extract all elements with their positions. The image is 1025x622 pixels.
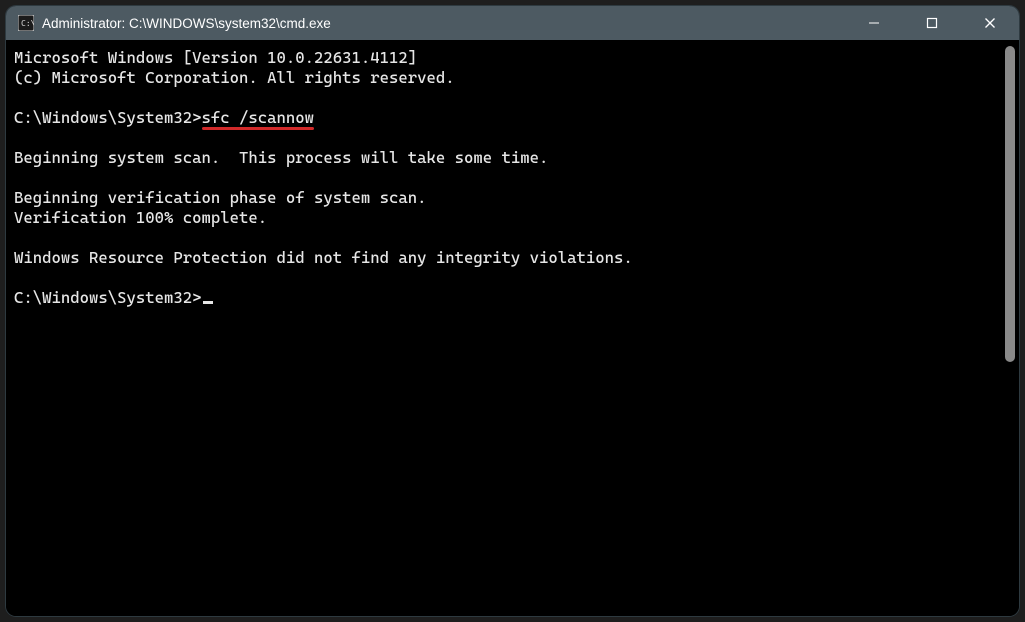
prompt-path: C:\Windows\System32>: [14, 288, 202, 307]
output-line: Verification 100% complete.: [14, 208, 267, 227]
output-line: Beginning system scan. This process will…: [14, 148, 548, 167]
entered-command: sfc /scannow: [202, 108, 315, 127]
terminal-area[interactable]: Microsoft Windows [Version 10.0.22631.41…: [6, 40, 1019, 616]
window-title: Administrator: C:\WINDOWS\system32\cmd.e…: [42, 16, 331, 31]
cmd-window: C:\ Administrator: C:\WINDOWS\system32\c…: [6, 6, 1019, 616]
output-line: (c) Microsoft Corporation. All rights re…: [14, 68, 455, 87]
command-text: sfc /scannow: [202, 108, 315, 127]
scrollbar-thumb[interactable]: [1005, 46, 1015, 362]
annotation-underline: [202, 127, 315, 130]
prompt-path: C:\Windows\System32>: [14, 108, 202, 127]
output-line: Microsoft Windows [Version 10.0.22631.41…: [14, 48, 417, 67]
vertical-scrollbar[interactable]: [1003, 46, 1017, 610]
close-button[interactable]: [961, 6, 1019, 40]
text-cursor: [203, 301, 213, 304]
output-line: Windows Resource Protection did not find…: [14, 248, 633, 267]
minimize-button[interactable]: [845, 6, 903, 40]
svg-text:C:\: C:\: [21, 19, 34, 28]
cmd-icon: C:\: [18, 15, 34, 31]
maximize-button[interactable]: [903, 6, 961, 40]
terminal-output: Microsoft Windows [Version 10.0.22631.41…: [14, 48, 999, 608]
output-line: Beginning verification phase of system s…: [14, 188, 427, 207]
titlebar[interactable]: C:\ Administrator: C:\WINDOWS\system32\c…: [6, 6, 1019, 40]
